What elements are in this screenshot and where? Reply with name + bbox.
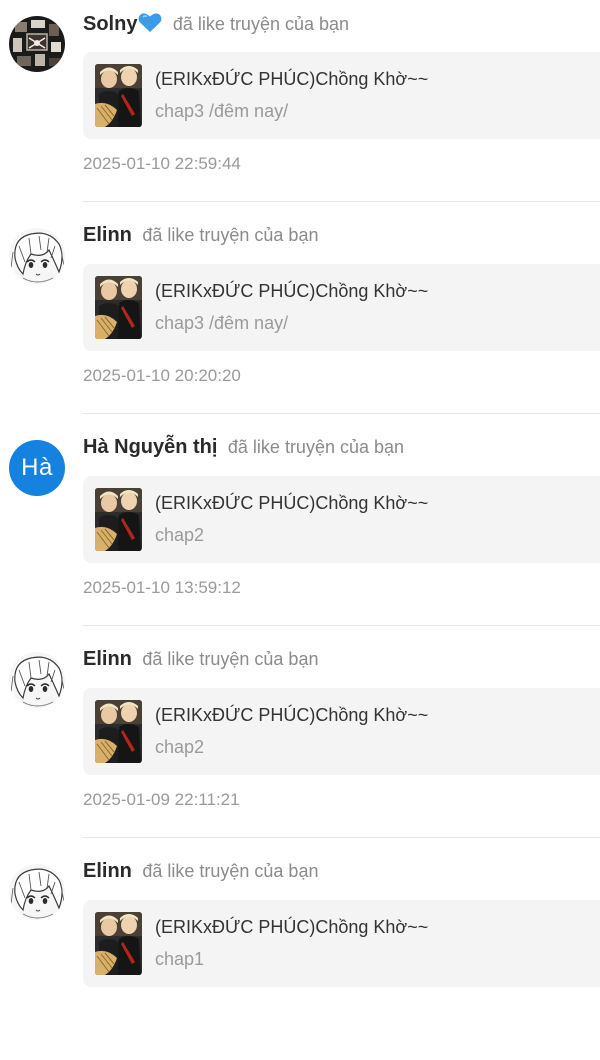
chapter-label: chap3 /đêm nay/ <box>155 101 289 121</box>
story-card[interactable]: (ERIKxĐỨC PHÚC)Chồng Khờ~~ chap3 /đêm na… <box>83 52 600 139</box>
pattern-avatar-icon <box>9 16 65 72</box>
notification-item[interactable]: Hà Hà Nguyễn thị đã like truyện của bạn … <box>0 424 600 636</box>
story-title: (ERIKxĐỨC PHÚC)Chồng Khờ~~ <box>155 69 429 89</box>
anime-sketch-avatar-icon <box>9 864 65 920</box>
story-card[interactable]: (ERIKxĐỨC PHÚC)Chồng Khờ~~ chap3 /đêm na… <box>83 264 600 351</box>
story-cover <box>95 488 142 551</box>
avatar[interactable] <box>9 16 65 72</box>
notification-header: Hà Nguyễn thị đã like truyện của bạn <box>83 436 404 459</box>
divider <box>83 837 600 838</box>
action-text: đã like truyện của bạn <box>142 861 319 881</box>
story-card[interactable]: (ERIKxĐỨC PHÚC)Chồng Khờ~~ chap2 <box>83 476 600 563</box>
avatar[interactable]: Hà <box>9 440 65 496</box>
story-cover <box>95 276 142 339</box>
notification-item[interactable]: Elinn đã like truyện của bạn (ERIKxĐỨC P… <box>0 212 600 424</box>
chapter-label: chap2 <box>155 737 205 757</box>
action-text: đã like truyện của bạn <box>172 14 350 34</box>
story-title: (ERIKxĐỨC PHÚC)Chồng Khờ~~ <box>155 705 429 725</box>
story-title: (ERIKxĐỨC PHÚC)Chồng Khờ~~ <box>155 493 429 513</box>
story-card[interactable]: (ERIKxĐỨC PHÚC)Chồng Khờ~~ chap2 <box>83 688 600 775</box>
action-text: đã like truyện của bạn <box>142 649 319 669</box>
story-title: (ERIKxĐỨC PHÚC)Chồng Khờ~~ <box>155 917 429 937</box>
action-text: đã like truyện của bạn <box>142 225 319 245</box>
user-name[interactable]: Hà Nguyễn thị <box>83 436 217 458</box>
action-text: đã like truyện của bạn <box>227 437 405 457</box>
timestamp: 2025-01-10 22:59:44 <box>83 154 241 173</box>
chapter-label: chap1 <box>155 949 205 969</box>
user-name[interactable]: Elinn <box>83 224 132 246</box>
avatar[interactable] <box>9 228 65 284</box>
notification-item[interactable]: Elinn đã like truyện của bạn (ERIKxĐỨC P… <box>0 848 600 1060</box>
timestamp: 2025-01-09 22:11:21 <box>83 790 240 809</box>
divider <box>83 625 600 626</box>
user-name[interactable]: Solny <box>83 13 137 35</box>
timestamp: 2025-01-10 20:20:20 <box>83 366 241 385</box>
timestamp: 2025-01-10 13:59:12 <box>83 578 241 597</box>
avatar[interactable] <box>9 652 65 708</box>
divider <box>83 413 600 414</box>
story-cover <box>95 912 142 975</box>
anime-sketch-avatar-icon <box>9 228 65 284</box>
notification-header: Elinn đã like truyện của bạn <box>83 648 318 671</box>
user-name[interactable]: Elinn <box>83 860 132 882</box>
story-card[interactable]: (ERIKxĐỨC PHÚC)Chồng Khờ~~ chap1 <box>83 900 600 987</box>
story-title: (ERIKxĐỨC PHÚC)Chồng Khờ~~ <box>155 281 429 301</box>
notification-header: Solny đã like truyện của bạn <box>83 12 349 38</box>
story-cover <box>95 700 142 763</box>
anime-sketch-avatar-icon <box>9 652 65 708</box>
notification-header: Elinn đã like truyện của bạn <box>83 860 318 883</box>
notification-header: Elinn đã like truyện của bạn <box>83 224 318 247</box>
avatar[interactable] <box>9 864 65 920</box>
notification-item[interactable]: Solny đã like truyện của bạn (ERIKxĐỨC P… <box>0 0 600 212</box>
notification-item[interactable]: Elinn đã like truyện của bạn (ERIKxĐỨC P… <box>0 636 600 848</box>
divider <box>83 201 600 202</box>
user-name[interactable]: Elinn <box>83 648 132 670</box>
story-cover <box>95 64 142 127</box>
blue-heart-icon <box>138 12 162 38</box>
chapter-label: chap3 /đêm nay/ <box>155 313 289 333</box>
chapter-label: chap2 <box>155 525 205 545</box>
